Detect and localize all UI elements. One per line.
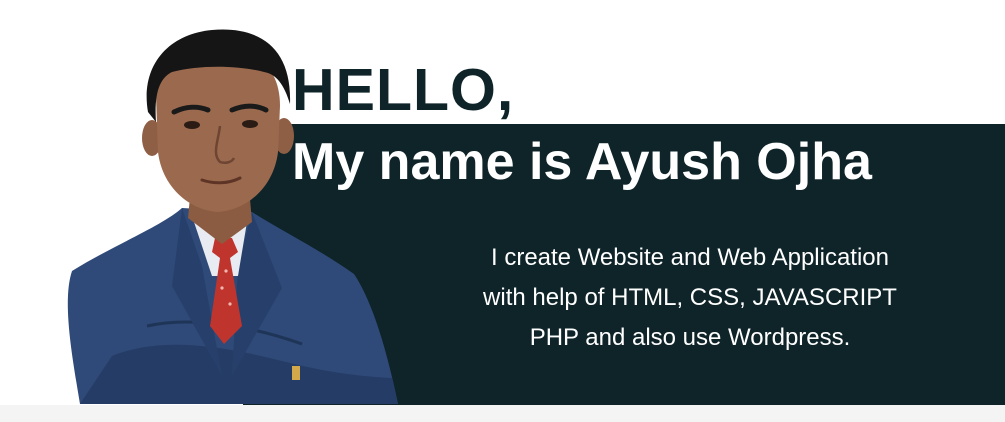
hero-section: HELLO, My name is Ayush Ojha I create We… <box>0 0 1005 422</box>
intro-line-2: with help of HTML, CSS, JAVASCRIPT <box>483 284 897 311</box>
intro-line-3: PHP and also use Wordpress. <box>529 324 851 351</box>
bottom-band <box>0 405 1005 422</box>
intro-line-1: I create Website and Web Application <box>490 244 889 271</box>
intro-text: I create Website and Web Application wit… <box>420 238 960 358</box>
profile-portrait <box>67 29 399 404</box>
